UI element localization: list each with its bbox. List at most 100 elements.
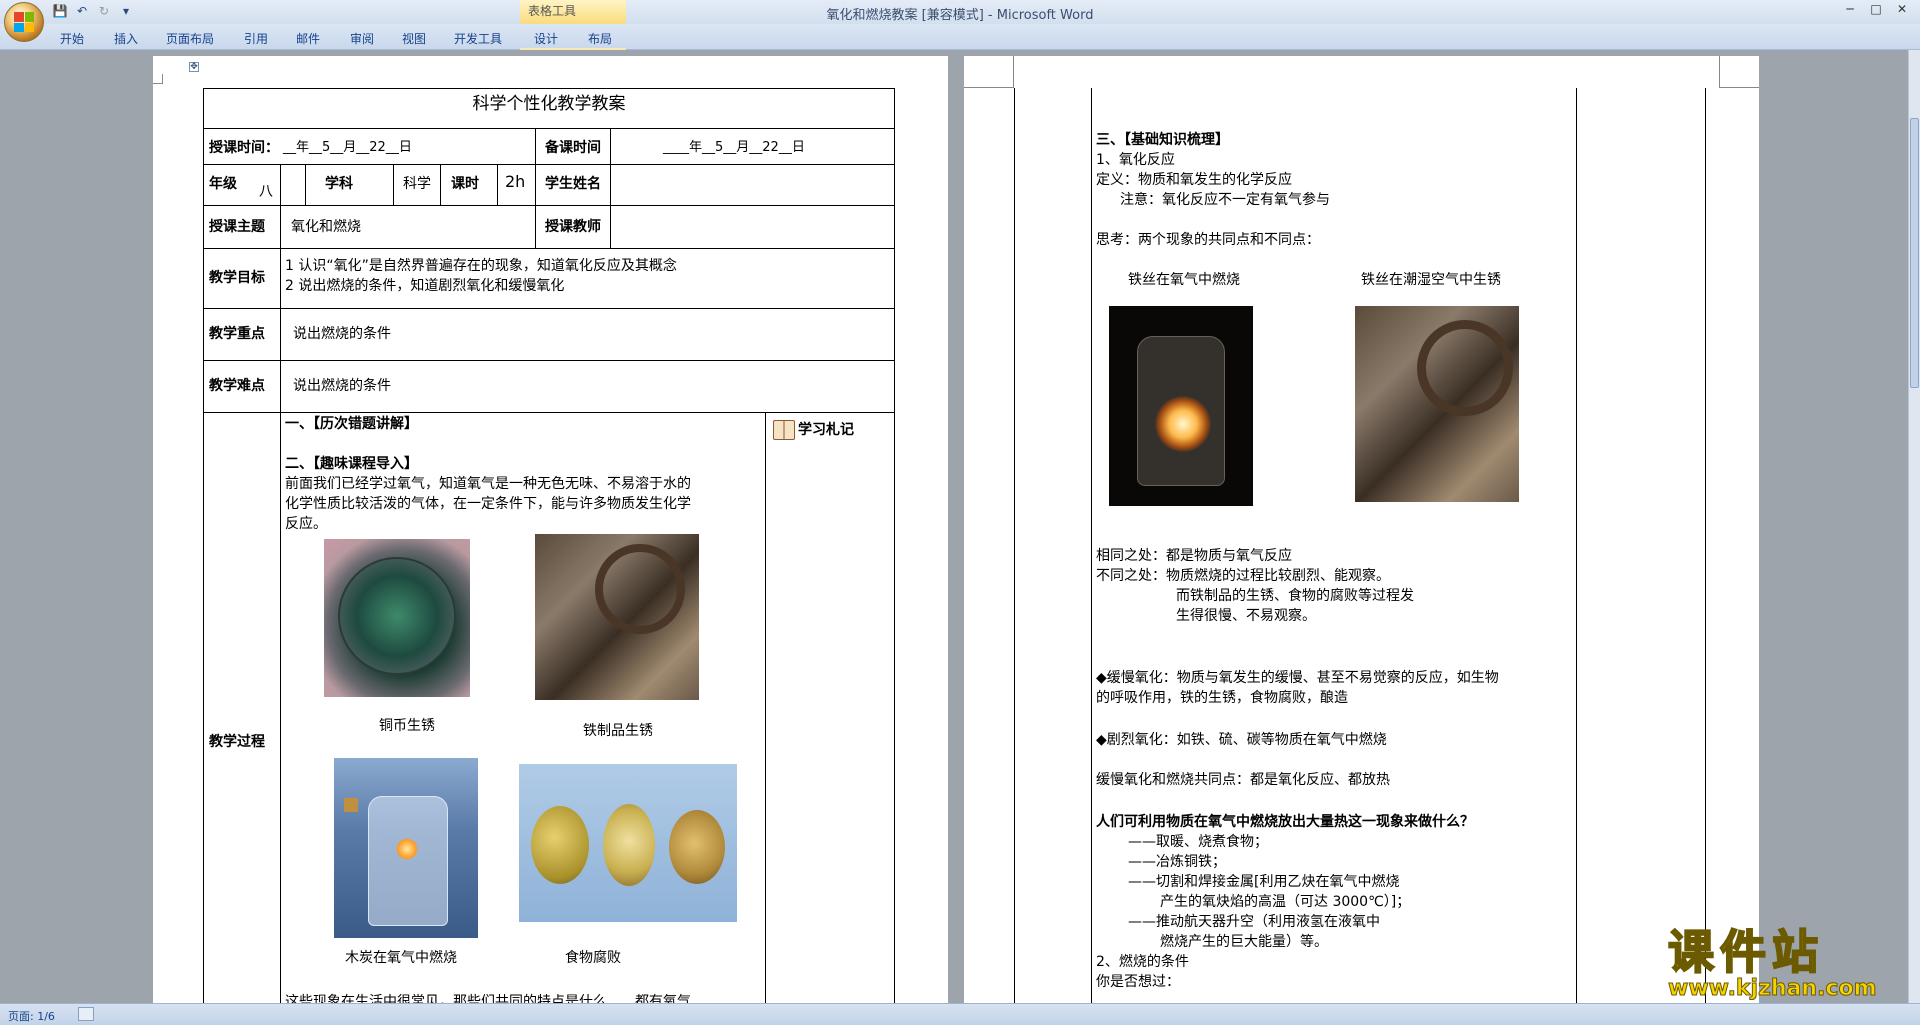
save-icon[interactable]: 💾 — [52, 3, 68, 19]
tab-view[interactable]: 视图 — [402, 30, 426, 47]
caption-rotten-food: 食物腐败 — [565, 950, 621, 966]
window-title: 氧化和燃烧教案 [兼容模式] - Microsoft Word — [826, 8, 1094, 23]
section-heading-2: 二、【趣味课程导入】 — [285, 456, 418, 472]
maximize-icon[interactable]: □ — [1864, 2, 1888, 18]
hours-value[interactable]: 2h — [505, 172, 525, 192]
use-4-cont[interactable]: 燃烧产生的巨大能量）等。 — [1160, 932, 1328, 952]
difficulty-value[interactable]: 说出燃烧的条件 — [293, 376, 391, 396]
status-bar: 页面: 1/6 — [0, 1003, 1920, 1025]
grade-value[interactable]: 八 — [259, 182, 273, 202]
window-controls: ─ □ ✕ — [1838, 2, 1914, 18]
margin-corner-mark — [1719, 56, 1759, 88]
charcoal-burning-image — [334, 758, 478, 938]
tab-mailings[interactable]: 邮件 — [296, 30, 320, 47]
teach-time-label: 授课时间： — [209, 140, 279, 156]
notes-header: 学习札记 — [773, 420, 854, 440]
hours-label: 课时 — [451, 176, 479, 192]
table-move-handle-icon[interactable]: ✥ — [189, 62, 199, 72]
tab-insert[interactable]: 插入 — [114, 30, 138, 47]
section-heading-3: 三、【基础知识梳理】 — [1096, 132, 1229, 148]
title-bar: 表格工具 氧化和燃烧教案 [兼容模式] - Microsoft Word 💾 ↶… — [0, 0, 1920, 24]
bottom-paragraph[interactable]: 这些现象在生活中很常见，那些们共同的特点是什么……都有氧气 — [285, 992, 759, 1003]
subsection-oxidation[interactable]: 1、氧化反应 — [1096, 150, 1175, 170]
tab-home[interactable]: 开始 — [60, 30, 84, 47]
prep-time-label: 备课时间 — [545, 140, 601, 156]
intro-paragraph[interactable]: 前面我们已经学过氧气，知道氧气是一种无色无味、不易溶于水的 化学性质比较活泼的气… — [285, 474, 759, 534]
caption-copper-coin: 铜币生锈 — [379, 718, 435, 734]
margin-corner-mark — [153, 74, 163, 84]
quick-access-toolbar: 💾 ↶ ↻ ▾ — [52, 3, 134, 19]
slow-oxidation-line-2[interactable]: 的呼吸作用，铁的生锈，食物腐败，酿造 — [1096, 688, 1348, 708]
vertical-scrollbar[interactable] — [1908, 50, 1920, 1003]
copper-coin-rust-image — [324, 539, 470, 697]
goal-line-1[interactable]: 1 认识“氧化”是自然界普遍存在的现象，知道氧化反应及其概念 — [285, 256, 677, 276]
same-points-text[interactable]: 相同之处：都是物质与氧气反应 — [1096, 546, 1292, 566]
think-text[interactable]: 思考：两个现象的共同点和不同点： — [1096, 230, 1320, 250]
use-4[interactable]: ——推动航天器升空（利用液氢在液氧中 — [1128, 912, 1380, 932]
document-page-2[interactable]: 三、【基础知识梳理】 1、氧化反应 定义：物质和氧发生的化学反应 注意：氧化反应… — [964, 56, 1759, 1003]
fast-oxidation-text[interactable]: ◆剧烈氧化：如铁、硫、碳等物质在氧气中燃烧 — [1096, 730, 1387, 750]
ribbon-tabs: 开始 插入 页面布局 引用 邮件 审阅 视图 开发工具 设计 布局 — [0, 24, 1920, 74]
goal-label: 教学目标 — [209, 270, 265, 286]
slow-oxidation-line-1[interactable]: ◆缓慢氧化：物质与氧发生的缓慢、甚至不易觉察的反应，如生物 — [1096, 668, 1499, 688]
section-heading-1: 一、【历次错题讲解】 — [285, 416, 418, 432]
tab-layout[interactable]: 布局 — [588, 30, 612, 47]
prep-time-value[interactable]: ____年__5__月__22__日 — [663, 138, 805, 158]
diff-text-1[interactable]: 不同之处：物质燃烧的过程比较剧烈、能观察。 — [1096, 566, 1390, 586]
subject-label: 学科 — [325, 176, 353, 192]
tab-developer[interactable]: 开发工具 — [454, 30, 502, 47]
topic-value[interactable]: 氧化和燃烧 — [291, 217, 361, 237]
iron-burning-oxygen-image — [1109, 306, 1253, 506]
caption-rusty-iron: 铁制品生锈 — [583, 723, 653, 739]
undo-icon[interactable]: ↶ — [74, 3, 90, 19]
goal-line-2[interactable]: 2 说出燃烧的条件，知道剧烈氧化和缓慢氧化 — [285, 276, 564, 296]
student-name-label: 学生姓名 — [545, 176, 601, 192]
ask-text[interactable]: 你是否想过： — [1096, 972, 1180, 992]
document-workspace: ✥ 科学个性化教学教案 授课时间： __年__5__月__22__日 备课时间 … — [0, 50, 1908, 1003]
tab-review[interactable]: 审阅 — [350, 30, 374, 47]
subsection-burning-conditions[interactable]: 2、燃烧的条件 — [1096, 952, 1189, 972]
page-indicator[interactable]: 页面: 1/6 — [8, 1008, 55, 1024]
redo-icon[interactable]: ↻ — [96, 3, 112, 19]
difficulty-label: 教学难点 — [209, 378, 265, 394]
teach-time-value[interactable]: __年__5__月__22__日 — [283, 138, 412, 158]
tab-references[interactable]: 引用 — [244, 30, 268, 47]
rusty-iron-image — [535, 534, 699, 700]
document-page-1[interactable]: ✥ 科学个性化教学教案 授课时间： __年__5__月__22__日 备课时间 … — [153, 56, 948, 1003]
topic-label: 授课主题 — [209, 219, 265, 235]
plan-title: 科学个性化教学教案 — [472, 94, 626, 114]
scrollbar-thumb[interactable] — [1910, 118, 1919, 388]
key-point-label: 教学重点 — [209, 326, 265, 342]
proofing-icon[interactable] — [78, 1007, 94, 1021]
common-points-text[interactable]: 缓慢氧化和燃烧共同点：都是氧化反应、都放热 — [1096, 770, 1390, 790]
diff-text-2[interactable]: 而铁制品的生锈、食物的腐败等过程发 — [1176, 586, 1414, 606]
book-icon — [773, 420, 795, 440]
iron-rusting-image — [1355, 306, 1519, 502]
close-icon[interactable]: ✕ — [1890, 2, 1914, 18]
teacher-label: 授课教师 — [545, 219, 601, 235]
question-text[interactable]: 人们可利用物质在氧气中燃烧放出大量热这一现象来做什么？ — [1096, 812, 1474, 832]
caption-charcoal: 木炭在氧气中燃烧 — [345, 950, 457, 966]
office-button[interactable] — [4, 2, 44, 42]
rotten-food-image — [519, 764, 737, 922]
caption-iron-rusting: 铁丝在潮湿空气中生锈 — [1361, 272, 1501, 288]
definition-text[interactable]: 定义：物质和氧发生的化学反应 — [1096, 170, 1292, 190]
subject-value[interactable]: 科学 — [403, 174, 431, 194]
use-3[interactable]: ——切割和焊接金属[利用乙炔在氧气中燃烧 — [1128, 872, 1399, 892]
note-text[interactable]: 注意：氧化反应不一定有氧气参与 — [1120, 190, 1330, 210]
diff-text-3[interactable]: 生得很慢、不易观察。 — [1176, 606, 1316, 626]
tab-page-layout[interactable]: 页面布局 — [166, 30, 214, 47]
minimize-icon[interactable]: ─ — [1838, 2, 1862, 18]
use-1[interactable]: ——取暖、烧煮食物； — [1128, 832, 1268, 852]
office-logo-icon — [14, 12, 34, 32]
tab-design[interactable]: 设计 — [534, 30, 558, 47]
process-label: 教学过程 — [209, 734, 265, 750]
customize-qat-icon[interactable]: ▾ — [118, 3, 134, 19]
use-3-cont[interactable]: 产生的氧炔焰的高温（可达 3000℃）]； — [1160, 892, 1410, 912]
margin-corner-mark — [964, 56, 1014, 88]
kjzhan-watermark: 课件站 www.kjzhan.com — [1667, 925, 1877, 1002]
use-2[interactable]: ——冶炼铜铁； — [1128, 852, 1226, 872]
notes-label: 学习札记 — [798, 422, 854, 438]
key-point-value[interactable]: 说出燃烧的条件 — [293, 324, 391, 344]
caption-iron-burning: 铁丝在氧气中燃烧 — [1128, 272, 1240, 288]
